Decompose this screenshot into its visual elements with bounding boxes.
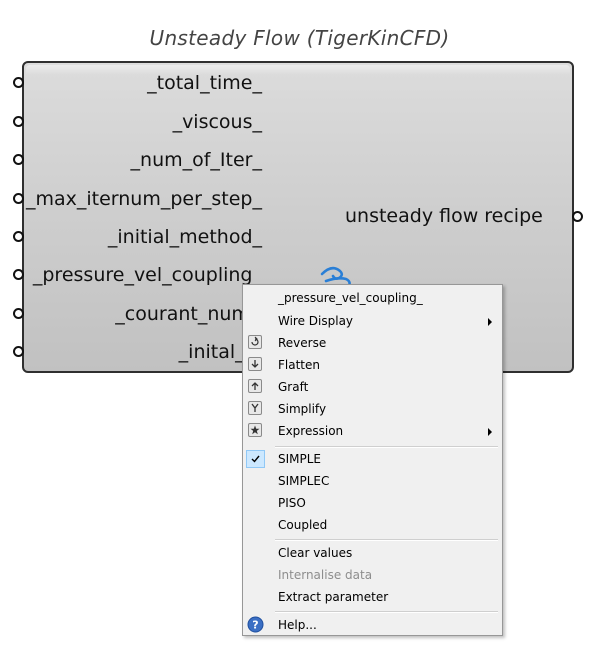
menu-separator [275, 539, 498, 541]
expression-icon [248, 423, 262, 437]
reverse-icon [248, 335, 262, 349]
input-max-iternum[interactable]: _max_iternum_per_step_ [26, 187, 262, 211]
help-icon: ? [247, 616, 264, 636]
input-total-time[interactable]: _total_time_ [147, 71, 262, 95]
input-grip-courant-number[interactable] [13, 308, 24, 319]
input-num-of-iter[interactable]: _num_of_Iter_ [131, 148, 262, 172]
submenu-arrow-icon [488, 318, 492, 326]
menu-item-flatten[interactable]: Flatten [243, 354, 502, 376]
menu-option-piso[interactable]: PISO [243, 492, 502, 514]
menu-option-coupled[interactable]: Coupled [243, 514, 502, 536]
menu-option-simplec[interactable]: SIMPLEC [243, 470, 502, 492]
svg-text:?: ? [252, 619, 258, 632]
component-title: Unsteady Flow (TigerKinCFD) [149, 26, 450, 50]
input-grip-max-iternum[interactable] [13, 193, 24, 204]
flatten-icon [248, 357, 262, 371]
input-pressure-vel-coupling[interactable]: _pressure_vel_coupling_ [33, 263, 262, 287]
menu-item-reverse[interactable]: Reverse [243, 332, 502, 354]
menu-item-simplify[interactable]: Simplify [243, 398, 502, 420]
input-grip-viscous[interactable] [13, 116, 24, 127]
menu-item-graft[interactable]: Graft [243, 376, 502, 398]
component-highlight [26, 65, 570, 75]
output-grip[interactable] [572, 211, 583, 222]
menu-separator [275, 611, 498, 613]
input-grip-initial-method[interactable] [13, 231, 24, 242]
input-grip-pressure-vel-coupling[interactable] [13, 269, 24, 280]
menu-item-clear-values[interactable]: Clear values [243, 542, 502, 564]
context-menu: _pressure_vel_coupling_ Wire Display Rev… [242, 284, 503, 636]
menu-item-expression[interactable]: Expression [243, 420, 502, 442]
input-initial-method[interactable]: _initial_method_ [108, 225, 262, 249]
menu-header[interactable]: _pressure_vel_coupling_ [243, 287, 502, 309]
menu-item-extract-parameter[interactable]: Extract parameter [243, 586, 502, 608]
input-grip-total-time[interactable] [13, 77, 24, 88]
input-viscous[interactable]: _viscous_ [173, 110, 262, 134]
menu-item-help[interactable]: ? Help... [243, 614, 502, 636]
graft-icon [248, 379, 262, 393]
menu-option-simple[interactable]: SIMPLE [243, 448, 502, 470]
menu-item-wire-display[interactable]: Wire Display [243, 310, 502, 332]
input-courant-number[interactable]: _courant_numb [115, 302, 262, 326]
simplify-icon [248, 401, 262, 415]
input-grip-num-of-iter[interactable] [13, 154, 24, 165]
input-grip-inital-state[interactable] [13, 346, 24, 357]
submenu-arrow-icon [488, 428, 492, 436]
menu-item-internalise-data: Internalise data [278, 568, 373, 582]
output-unsteady-flow-recipe[interactable]: unsteady flow recipe [345, 204, 543, 228]
checkmark-icon [246, 450, 265, 468]
